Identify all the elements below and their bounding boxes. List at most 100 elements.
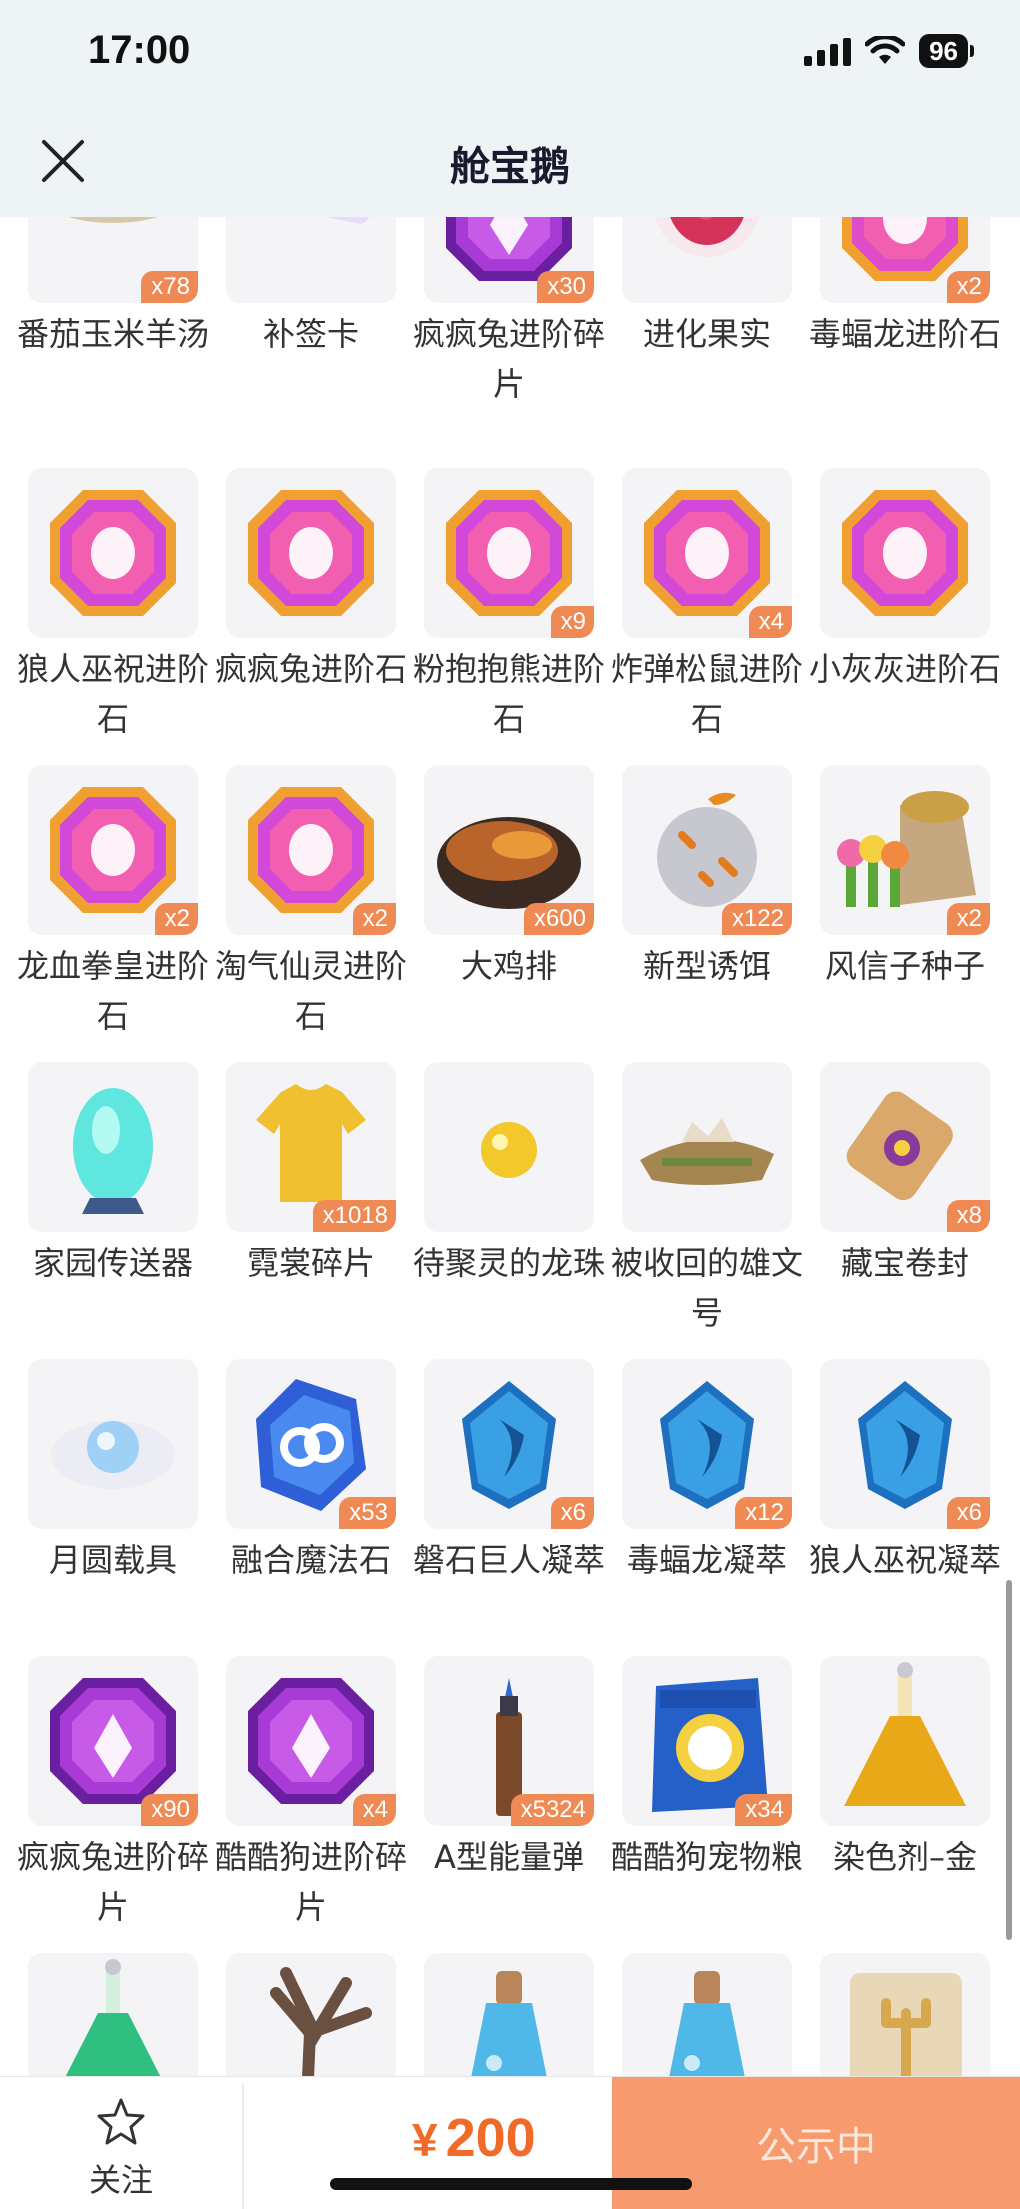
item-thumbnail: x4 — [226, 1656, 396, 1826]
quantity-badge: x1018 — [312, 1200, 396, 1232]
item-thumbnail — [424, 1953, 594, 2077]
item-name: 进化果实 — [642, 315, 771, 353]
item-thumbnail: x5324 — [424, 1656, 594, 1826]
item-thumbnail: x1018 — [226, 1062, 396, 1232]
item-name: 大鸡排 — [460, 947, 557, 985]
item-name: 藏宝卷封 — [840, 1244, 969, 1282]
item-name: 融合魔法石 — [230, 1541, 391, 1579]
quantity-badge: x8 — [946, 1200, 990, 1232]
currency-symbol: ¥ — [412, 2114, 438, 2166]
follow-button[interactable]: 关注 — [0, 2077, 242, 2209]
page-title: 舱宝鹅 — [450, 144, 570, 190]
item-thumbnail — [226, 1953, 396, 2077]
quantity-badge: x4 — [748, 606, 792, 638]
item-thumbnail: x30 — [424, 217, 594, 303]
quantity-badge: x78 — [141, 271, 198, 303]
item-name: 狼人巫祝进阶石 — [16, 650, 209, 738]
top-header: 17:00 96 舱宝鹅 — [0, 0, 1020, 217]
item-name: 毒蝠龙进阶石 — [808, 315, 1001, 353]
quantity-badge: x2 — [946, 903, 990, 935]
item-name: 风信子种子 — [824, 947, 985, 985]
item-thumbnail — [226, 217, 396, 303]
quantity-badge: x90 — [141, 1794, 198, 1826]
item-thumbnail: x53 — [226, 1359, 396, 1529]
quantity-badge: x53 — [339, 1497, 396, 1529]
price-value: 200 — [445, 2108, 536, 2168]
item-thumbnail: x122 — [622, 765, 792, 935]
item-name: 家园传送器 — [32, 1244, 193, 1282]
status-icons: 96 — [804, 34, 974, 68]
home-indicator — [330, 2178, 692, 2190]
wifi-icon — [865, 36, 906, 64]
item-thumbnail: x2 — [820, 217, 990, 303]
quantity-badge: x600 — [523, 903, 594, 935]
item-name: 疯疯兔进阶碎片 — [16, 1838, 209, 1926]
item-thumbnail — [622, 1953, 792, 2077]
item-name: 疯疯兔进阶碎片 — [412, 315, 605, 403]
item-grid: x78 番茄玉米羊汤 补签卡 x30 疯疯兔进阶碎片 进化果实 x2 毒蝠龙进阶… — [0, 217, 1020, 2077]
status-time: 17:00 — [88, 28, 191, 72]
scrollbar[interactable] — [1006, 1580, 1012, 1940]
item-name: 霓裳碎片 — [246, 1244, 375, 1282]
item-thumbnail — [820, 1953, 990, 2077]
item-thumbnail: x4 — [622, 468, 792, 638]
item-name: 染色剂–金 — [832, 1838, 977, 1876]
item-name: 狼人巫祝凝萃 — [808, 1541, 1001, 1579]
item-name: 淘气仙灵进阶石 — [214, 947, 407, 1035]
item-thumbnail: x600 — [424, 765, 594, 935]
item-thumbnail: x2 — [820, 765, 990, 935]
item-thumbnail: x34 — [622, 1656, 792, 1826]
item-thumbnail — [424, 1062, 594, 1232]
quantity-badge: x6 — [946, 1497, 990, 1529]
quantity-badge: x12 — [735, 1497, 792, 1529]
item-thumbnail — [820, 468, 990, 638]
quantity-badge: x30 — [537, 271, 594, 303]
item-name: 月圆载具 — [48, 1541, 177, 1579]
quantity-badge: x2 — [946, 271, 990, 303]
item-thumbnail — [28, 1359, 198, 1529]
item-name: 毒蝠龙凝萃 — [626, 1541, 787, 1579]
item-thumbnail: x9 — [424, 468, 594, 638]
item-thumbnail — [28, 1953, 198, 2077]
item-thumbnail: x2 — [226, 765, 396, 935]
battery-indicator: 96 — [919, 34, 974, 68]
star-icon — [97, 2098, 145, 2145]
item-name: 番茄玉米羊汤 — [16, 315, 209, 353]
item-thumbnail: x2 — [28, 765, 198, 935]
item-name: 磐石巨人凝萃 — [412, 1541, 605, 1579]
item-thumbnail — [622, 217, 792, 303]
item-name: 新型诱饵 — [642, 947, 771, 985]
item-name: 补签卡 — [262, 315, 359, 353]
item-thumbnail: x78 — [28, 217, 198, 303]
item-name: 疯疯兔进阶石 — [214, 650, 407, 688]
item-name: 酷酷狗进阶碎片 — [214, 1838, 407, 1926]
quantity-badge: x9 — [550, 606, 594, 638]
follow-label: 关注 — [88, 2161, 153, 2199]
item-name: 待聚灵的龙珠 — [412, 1244, 605, 1282]
item-name: 酷酷狗宠物粮 — [610, 1838, 803, 1876]
divider — [242, 2083, 244, 2209]
item-name: 被收回的雄文号 — [610, 1244, 803, 1332]
item-thumbnail: x90 — [28, 1656, 198, 1826]
item-thumbnail: x8 — [820, 1062, 990, 1232]
item-thumbnail — [226, 468, 396, 638]
quantity-badge: x122 — [721, 903, 792, 935]
item-thumbnail — [28, 1062, 198, 1232]
item-name: 龙血拳皇进阶石 — [16, 947, 209, 1035]
item-thumbnail — [622, 1062, 792, 1232]
item-name: 炸弹松鼠进阶石 — [610, 650, 803, 738]
item-thumbnail: x12 — [622, 1359, 792, 1529]
quantity-badge: x6 — [550, 1497, 594, 1529]
cellular-signal-icon — [804, 36, 852, 66]
quantity-badge: x2 — [154, 903, 198, 935]
quantity-badge: x34 — [735, 1794, 792, 1826]
item-name: 小灰灰进阶石 — [808, 650, 1001, 688]
item-name: 粉抱抱熊进阶石 — [412, 650, 605, 738]
item-name: A型能量弹 — [434, 1838, 584, 1876]
item-thumbnail: x6 — [820, 1359, 990, 1529]
item-thumbnail — [28, 468, 198, 638]
item-thumbnail: x6 — [424, 1359, 594, 1529]
item-thumbnail — [820, 1656, 990, 1826]
quantity-badge: x2 — [352, 903, 396, 935]
quantity-badge: x4 — [352, 1794, 396, 1826]
